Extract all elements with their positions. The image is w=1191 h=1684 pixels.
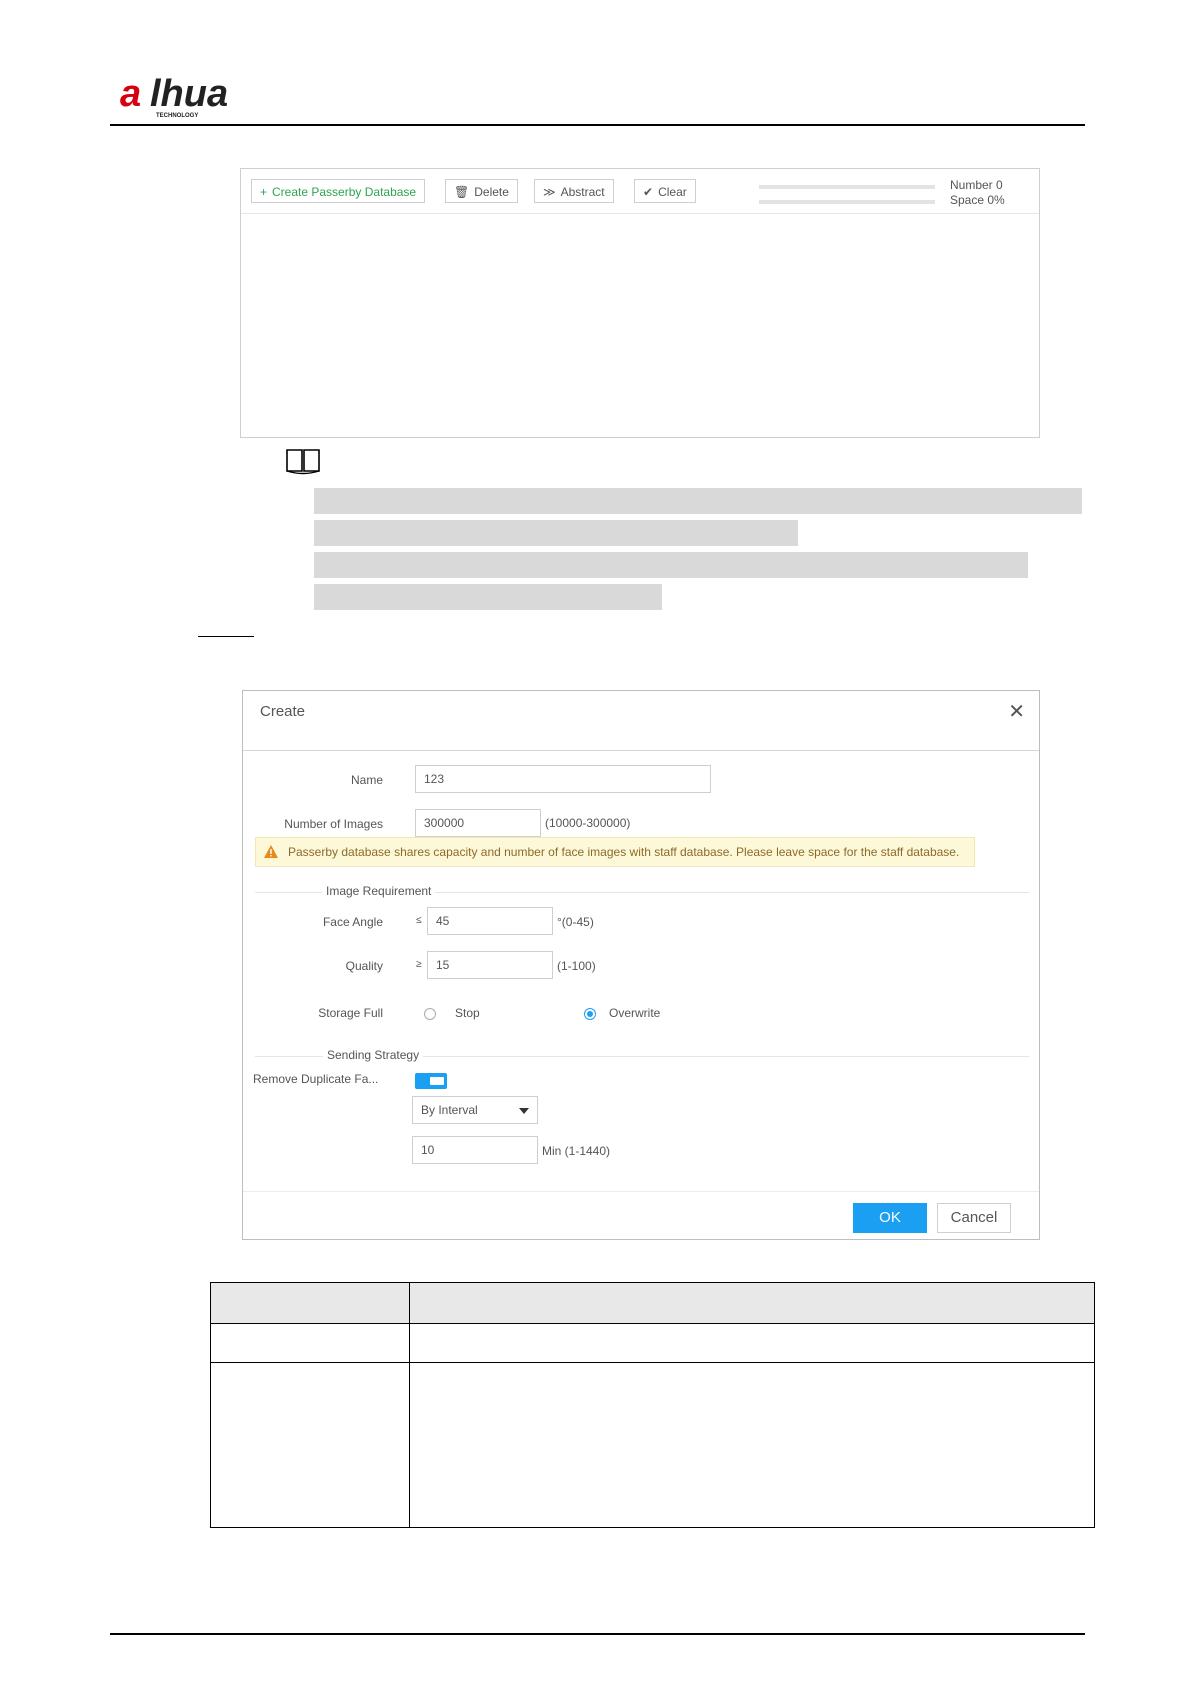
quality-input[interactable]: 15 xyxy=(427,951,553,979)
table-row xyxy=(210,1323,1095,1363)
warning-icon xyxy=(264,845,278,858)
redacted-note-line xyxy=(314,520,798,546)
table-cell xyxy=(210,1323,410,1363)
remove-duplicate-toggle[interactable] xyxy=(415,1073,447,1089)
dialog-footer-divider xyxy=(243,1191,1039,1192)
plus-icon: + xyxy=(260,185,268,199)
svg-text:a: a xyxy=(120,73,141,115)
quality-range-hint: (1-100) xyxy=(557,959,596,973)
abstract-icon: ≫ xyxy=(543,185,556,199)
sending-strategy-heading: Sending Strategy xyxy=(323,1048,424,1062)
book-icon xyxy=(286,449,320,475)
ok-button[interactable]: OK xyxy=(853,1203,927,1233)
step-underline xyxy=(198,636,254,637)
face-angle-input[interactable]: 45 xyxy=(427,907,553,935)
number-of-images-input[interactable]: 300000 xyxy=(415,809,541,837)
cancel-button[interactable]: Cancel xyxy=(937,1203,1011,1233)
table-header-cell xyxy=(210,1282,410,1324)
redacted-note-line xyxy=(314,584,662,610)
face-angle-operator: ≤ xyxy=(416,915,422,926)
image-requirement-heading: Image Requirement xyxy=(322,884,436,898)
redacted-note-line xyxy=(314,488,1082,514)
footer-rule xyxy=(110,1633,1085,1635)
trash-icon: 🗑 xyxy=(454,185,470,199)
space-progress-bar xyxy=(759,200,935,204)
passerby-database-panel: + Create Passerby Database 🗑 Delete ≫ Abstr… xyxy=(240,168,1040,438)
overwrite-label: Overwrite xyxy=(609,1006,661,1020)
dialog-header-divider xyxy=(243,750,1039,751)
face-angle-range-hint: °(0-45) xyxy=(557,915,594,929)
svg-text:lhua: lhua xyxy=(150,73,228,115)
create-label: Create Passerby Database xyxy=(272,185,417,199)
close-icon[interactable]: ✕ xyxy=(1008,699,1025,724)
interval-input[interactable]: 10 xyxy=(412,1136,538,1164)
stop-radio[interactable] xyxy=(424,1008,436,1020)
interval-range-hint: Min (1-1440) xyxy=(542,1144,611,1158)
number-of-images-label: Number of Images xyxy=(284,817,383,831)
space-usage: Space 0% xyxy=(950,193,1005,207)
capacity-warning: Passerby database shares capacity and nu… xyxy=(255,837,975,867)
table-row xyxy=(210,1362,1095,1528)
table-cell xyxy=(409,1362,1095,1528)
storage-full-label: Storage Full xyxy=(318,1006,383,1020)
abstract-button[interactable]: ≫ Abstract xyxy=(534,179,614,203)
name-input[interactable]: 123 xyxy=(415,765,711,793)
svg-text:TECHNOLOGY: TECHNOLOGY xyxy=(156,113,198,119)
database-toolbar: + Create Passerby Database 🗑 Delete ≫ Abstr… xyxy=(241,169,1039,214)
name-label: Name xyxy=(350,773,383,787)
delete-label: Delete xyxy=(474,185,509,199)
overwrite-radio[interactable] xyxy=(584,1008,596,1020)
quality-operator: ≥ xyxy=(416,959,422,970)
abstract-label: Abstract xyxy=(560,185,605,199)
dahua-logo: a lhua TECHNOLOGY xyxy=(120,73,228,119)
quality-label: Quality xyxy=(345,959,383,973)
table-cell xyxy=(409,1323,1095,1363)
broom-icon: ✔ xyxy=(643,185,654,199)
face-angle-label: Face Angle xyxy=(322,915,383,929)
number-count: Number 0 xyxy=(950,178,1003,192)
warning-text: Passerby database shares capacity and nu… xyxy=(288,845,960,859)
stop-label: Stop xyxy=(455,1006,480,1020)
images-range-hint: (10000-300000) xyxy=(545,816,631,830)
create-passerby-database-button[interactable]: + Create Passerby Database xyxy=(251,179,426,203)
table-cell xyxy=(210,1362,410,1528)
mode-value: By Interval xyxy=(421,1103,478,1117)
number-progress-bar xyxy=(759,185,935,189)
create-dialog: Create ✕ Name 123 Number of Images 30000… xyxy=(242,690,1040,1240)
remove-duplicate-label: Remove Duplicate Fa... xyxy=(253,1072,379,1086)
clear-label: Clear xyxy=(658,185,687,199)
delete-button[interactable]: 🗑 Delete xyxy=(445,179,518,203)
parameter-table xyxy=(210,1282,1095,1528)
mode-select[interactable]: By Interval xyxy=(412,1096,538,1124)
table-header-cell xyxy=(409,1282,1095,1324)
table-header-row xyxy=(210,1282,1095,1324)
header-rule xyxy=(110,124,1085,126)
clear-button[interactable]: ✔ Clear xyxy=(634,179,696,203)
chevron-down-icon xyxy=(519,1108,529,1114)
redacted-note-line xyxy=(314,552,1028,578)
dialog-title: Create xyxy=(260,703,306,720)
